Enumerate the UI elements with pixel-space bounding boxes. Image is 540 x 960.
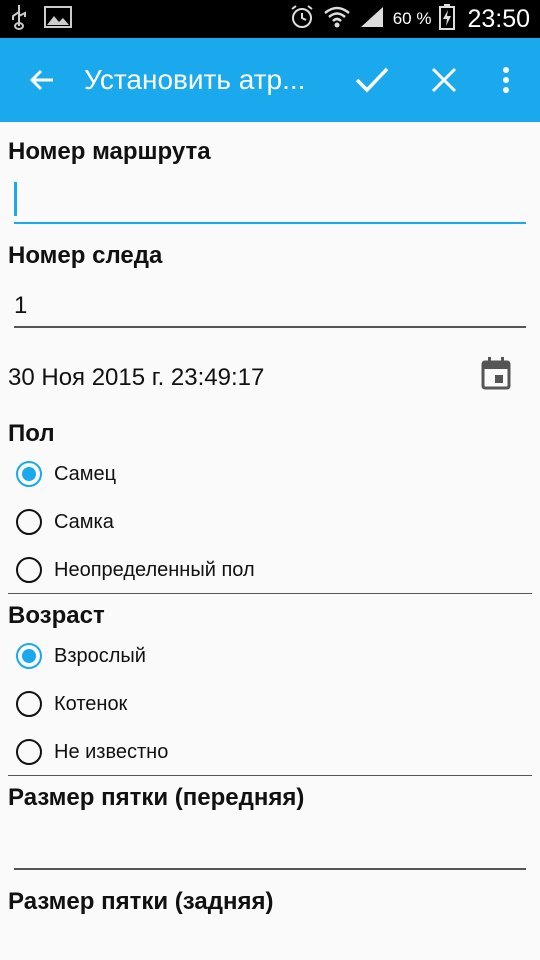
age-option-kitten[interactable]: Котенок (16, 682, 127, 726)
wifi-icon (323, 5, 351, 34)
image-notification-icon (44, 5, 72, 33)
heel-back-label: Размер пятки (задняя) (8, 888, 274, 915)
datetime-text: 30 Ноя 2015 г. 23:49:17 (8, 364, 265, 391)
sex-label: Пол (8, 420, 55, 447)
route-number-input[interactable] (14, 176, 526, 224)
age-option-adult[interactable]: Взрослый (16, 634, 146, 678)
radio-label: Котенок (54, 692, 128, 715)
age-label: Возраст (8, 602, 105, 629)
heel-front-label: Размер пятки (передняя) (8, 784, 305, 811)
sex-option-male[interactable]: Самец (16, 452, 116, 496)
radio-selected[interactable] (16, 461, 42, 487)
clock: 23:50 (467, 4, 530, 33)
track-number-value: 1 (14, 292, 28, 319)
route-number-label: Номер маршрута (8, 138, 211, 165)
radio-label: Взрослый (54, 644, 146, 667)
sex-option-undefined[interactable]: Неопределенный пол (16, 548, 255, 592)
radio-unselected[interactable] (16, 739, 42, 765)
age-option-unknown[interactable]: Не известно (16, 730, 168, 774)
battery-charging-icon (439, 3, 456, 35)
radio-label: Неопределенный пол (54, 558, 255, 581)
radio-selected[interactable] (16, 643, 42, 669)
confirm-button[interactable] (342, 38, 402, 122)
cancel-button[interactable] (414, 38, 474, 122)
close-icon (431, 67, 457, 93)
app-toolbar: Установить атр... (0, 38, 540, 122)
back-arrow-icon (29, 69, 53, 91)
alarm-icon (289, 4, 315, 35)
track-number-input[interactable]: 1 (14, 280, 526, 328)
radio-unselected[interactable] (16, 691, 42, 717)
radio-label: Самец (54, 462, 117, 485)
battery-percent: 60 % (392, 9, 432, 28)
radio-unselected[interactable] (16, 509, 42, 535)
text-cursor (14, 182, 17, 216)
radio-unselected[interactable] (16, 557, 42, 583)
divider (8, 775, 532, 776)
sex-option-female[interactable]: Самка (16, 500, 114, 544)
radio-label: Самка (54, 510, 114, 533)
track-number-label: Номер следа (8, 242, 163, 269)
usb-icon (10, 4, 28, 35)
calendar-icon (481, 357, 511, 390)
radio-label: Не известно (54, 740, 169, 763)
calendar-button[interactable] (480, 356, 512, 390)
back-button[interactable] (12, 38, 72, 122)
more-vert-icon (503, 67, 509, 93)
status-bar: 60 % 23:50 (0, 0, 540, 38)
check-icon (355, 67, 389, 93)
heel-front-input[interactable] (14, 822, 526, 870)
overflow-menu-button[interactable] (486, 38, 526, 122)
signal-icon (359, 5, 385, 34)
divider (8, 593, 532, 594)
toolbar-title: Установить атр... (84, 64, 306, 95)
